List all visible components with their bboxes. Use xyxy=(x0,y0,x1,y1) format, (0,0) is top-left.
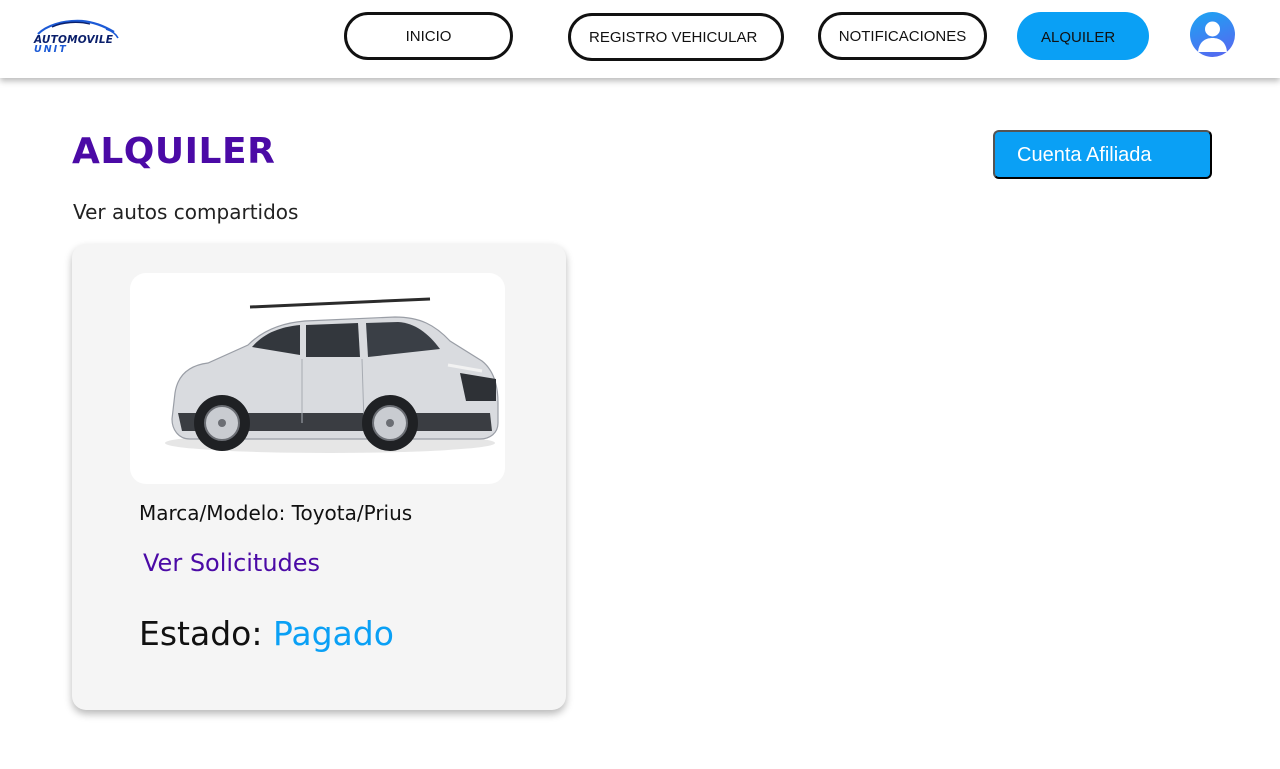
ver-solicitudes-link[interactable]: Ver Solicitudes xyxy=(143,549,320,577)
nav-notificaciones-button[interactable]: NOTIFICACIONES xyxy=(818,12,987,60)
user-avatar-icon[interactable] xyxy=(1190,12,1235,57)
page-title: ALQUILER xyxy=(72,131,276,172)
cuenta-afiliada-button[interactable]: Cuenta Afiliada xyxy=(993,130,1212,179)
nav-registro-vehicular-button[interactable]: REGISTRO VEHICULAR xyxy=(568,13,784,61)
top-navigation-bar: AUTOMOVILE UNIT INICIO REGISTRO VEHICULA… xyxy=(0,0,1280,78)
automovile-unit-logo[interactable]: AUTOMOVILE UNIT xyxy=(32,18,120,58)
user-silhouette-icon xyxy=(1198,21,1227,52)
car-photo-icon xyxy=(165,297,499,453)
status-value: Pagado xyxy=(272,614,394,653)
nav-inicio-button[interactable]: INICIO xyxy=(344,12,513,60)
brand-model-text: Marca/Modelo: Toyota/Prius xyxy=(139,501,413,525)
nav-alquiler-button[interactable]: ALQUILER xyxy=(1017,12,1149,60)
shared-car-card: Marca/Modelo: Toyota/Prius Ver Solicitud… xyxy=(72,244,566,710)
status-line: Estado: Pagado xyxy=(139,614,394,653)
status-label: Estado: xyxy=(139,614,263,653)
logo-text-line2: UNIT xyxy=(34,44,68,55)
car-image xyxy=(130,273,505,484)
page-subtitle: Ver autos compartidos xyxy=(73,200,299,224)
